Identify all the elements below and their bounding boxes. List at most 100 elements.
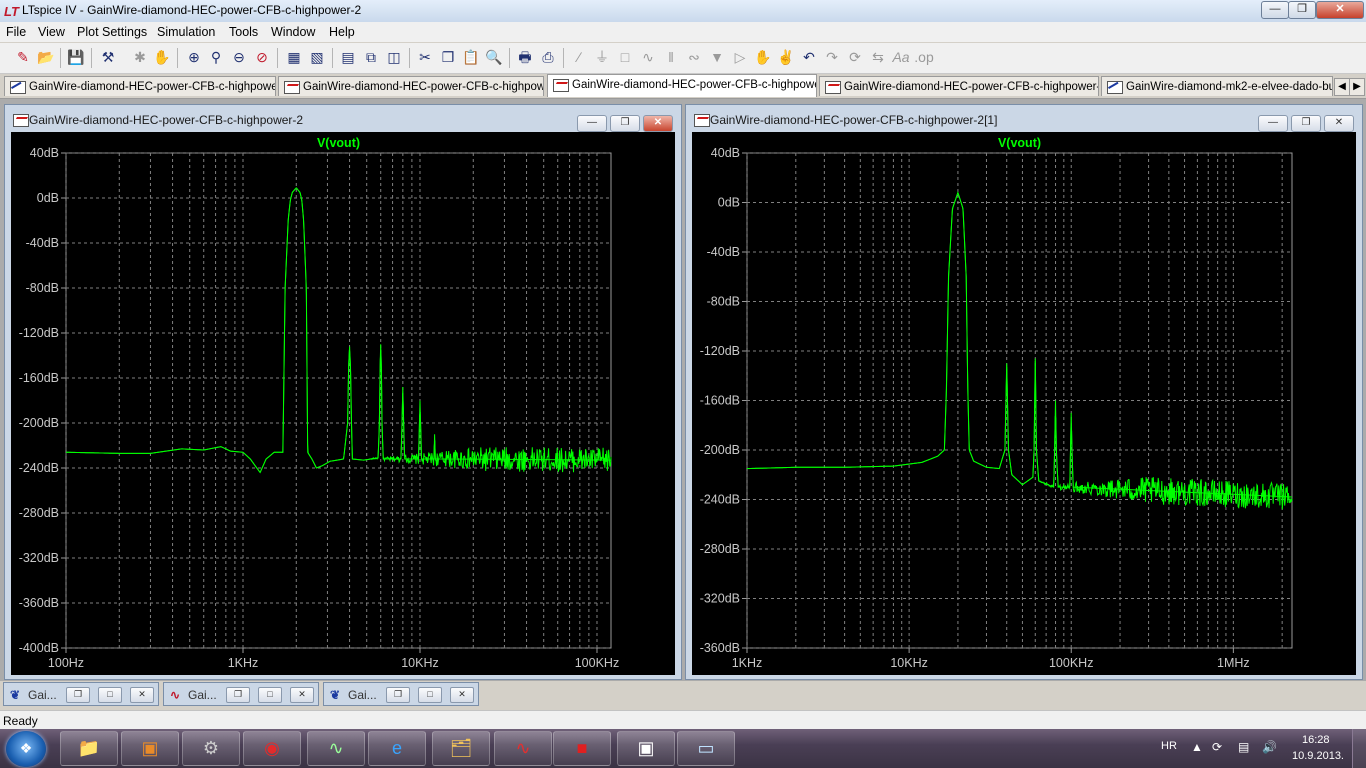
- tab-plot-2-active[interactable]: GainWire-diamond-HEC-power-CFB-c-highpow…: [547, 74, 817, 97]
- zoom-out-icon[interactable]: ⊖: [229, 47, 249, 67]
- show-desktop-button[interactable]: [1352, 729, 1366, 768]
- tile-vertical-icon[interactable]: ◫: [384, 47, 404, 67]
- text-icon[interactable]: Aa: [891, 47, 911, 67]
- minimized-window-1[interactable]: ❦ Gai... ❐ □ ✕: [3, 682, 159, 706]
- zoom-in-icon[interactable]: ⊕: [184, 47, 204, 67]
- close-button[interactable]: ✕: [1316, 1, 1364, 19]
- tray-sync-icon[interactable]: ⟳: [1212, 740, 1222, 754]
- inductor-icon[interactable]: ∾: [684, 47, 704, 67]
- diode-icon[interactable]: ▼: [707, 47, 727, 67]
- rotate-icon[interactable]: ⟳: [845, 47, 865, 67]
- oscilloscope-icon[interactable]: ∿: [307, 731, 365, 766]
- move-icon[interactable]: ✋: [753, 47, 773, 67]
- zoom-area-icon[interactable]: ⚲: [206, 47, 226, 67]
- tab-schematic-2[interactable]: GainWire-diamond-mk2-e-elvee-dado-buffe: [1101, 76, 1333, 96]
- tab-schematic-1[interactable]: GainWire-diamond-HEC-power-CFB-c-highpow…: [4, 76, 276, 96]
- maximize-button[interactable]: □: [98, 687, 122, 703]
- ccleaner-icon[interactable]: ◉: [243, 731, 301, 766]
- child-restore-button[interactable]: ❐: [610, 115, 640, 132]
- mirror-icon[interactable]: ⇆: [868, 47, 888, 67]
- close-button[interactable]: ✕: [290, 687, 314, 703]
- tab-plot-1[interactable]: GainWire-diamond-HEC-power-CFB-c-highpow…: [278, 76, 544, 96]
- child-close-button[interactable]: ✕: [1324, 115, 1354, 132]
- find-icon[interactable]: 🔍: [484, 47, 504, 67]
- network-icon[interactable]: ▤: [1238, 740, 1249, 754]
- plot-pane-2[interactable]: 40dB 0dB -40dB -80dB -120dB -160dB -200dB -240d…: [692, 132, 1356, 675]
- tile-horizontal-icon[interactable]: ▤: [338, 47, 358, 67]
- plot-window-2[interactable]: GainWire-diamond-HEC-power-CFB-c-highpow…: [685, 104, 1363, 680]
- maximize-button[interactable]: □: [418, 687, 442, 703]
- clock-date[interactable]: 10.9.2013.: [1292, 750, 1344, 762]
- close-button[interactable]: ✕: [450, 687, 474, 703]
- x-tick-label: 1MHz: [1217, 656, 1250, 670]
- title-bar[interactable]: LT LTspice IV - GainWire-diamond-HEC-pow…: [0, 0, 1366, 23]
- minimized-window-2[interactable]: ∿ Gai... ❐ □ ✕: [163, 682, 319, 706]
- print-preview-icon[interactable]: 🖶: [515, 47, 535, 67]
- tray-expand-icon[interactable]: ▲: [1191, 740, 1203, 754]
- restore-button[interactable]: ❐: [66, 687, 90, 703]
- maximize-button[interactable]: □: [258, 687, 282, 703]
- menu-file[interactable]: File: [6, 25, 26, 39]
- child-close-button[interactable]: ✕: [643, 115, 673, 132]
- pan-icon[interactable]: ✋: [152, 47, 172, 67]
- wire-icon[interactable]: ∕: [569, 47, 589, 67]
- tab-plot-3[interactable]: GainWire-diamond-HEC-power-CFB-c-highpow…: [819, 76, 1099, 96]
- child-minimize-button[interactable]: —: [577, 115, 607, 132]
- menu-simulation[interactable]: Simulation: [157, 25, 215, 39]
- ground-icon[interactable]: ⏚: [592, 47, 612, 67]
- minimized-window-3[interactable]: ❦ Gai... ❐ □ ✕: [323, 682, 479, 706]
- child-minimize-button[interactable]: —: [1258, 115, 1288, 132]
- maximize-button[interactable]: ❐: [1288, 1, 1316, 19]
- close-button[interactable]: ✕: [130, 687, 154, 703]
- restore-button[interactable]: ❐: [386, 687, 410, 703]
- spice-directive-icon[interactable]: .op: [914, 47, 934, 67]
- clock-time[interactable]: 16:28: [1302, 734, 1330, 746]
- capacitor-icon[interactable]: ‖: [661, 47, 681, 67]
- media-icon[interactable]: ▣: [121, 731, 179, 766]
- restore-button[interactable]: ❐: [226, 687, 250, 703]
- plot-window-1[interactable]: GainWire-diamond-HEC-power-CFB-c-highpow…: [4, 104, 682, 680]
- presentation-icon[interactable]: ▣: [617, 731, 675, 766]
- app-icon[interactable]: ▭: [677, 731, 735, 766]
- autorange-icon[interactable]: ▦: [284, 47, 304, 67]
- save-icon[interactable]: 💾: [66, 47, 86, 67]
- explorer-icon[interactable]: 📁: [60, 731, 118, 766]
- open-schematic-icon[interactable]: ✎: [13, 47, 33, 67]
- y-tick-label: -360dB: [700, 641, 740, 655]
- internet-explorer-icon[interactable]: e: [368, 731, 426, 766]
- menu-tools[interactable]: Tools: [229, 25, 258, 39]
- resistor-icon[interactable]: ∿: [638, 47, 658, 67]
- cascade-icon[interactable]: ⧉: [361, 47, 381, 67]
- cut-icon[interactable]: ✂: [415, 47, 435, 67]
- label-icon[interactable]: □: [615, 47, 635, 67]
- child-restore-button[interactable]: ❐: [1291, 115, 1321, 132]
- volume-icon[interactable]: 🔊: [1262, 740, 1277, 754]
- schematic-icon: ❦: [10, 688, 21, 702]
- menu-help[interactable]: Help: [329, 25, 355, 39]
- paste-icon[interactable]: 📋: [461, 47, 481, 67]
- folder-icon[interactable]: 🗂: [432, 731, 490, 766]
- menu-plot-settings[interactable]: Plot Settings: [77, 25, 147, 39]
- minimize-button[interactable]: —: [1261, 1, 1289, 19]
- copy-icon[interactable]: ❐: [438, 47, 458, 67]
- tab-scroll-right-icon[interactable]: ▶: [1349, 78, 1365, 96]
- ltspice-icon[interactable]: ∿: [494, 731, 552, 766]
- pump-icon[interactable]: ⚙: [182, 731, 240, 766]
- language-indicator[interactable]: HR: [1161, 740, 1177, 752]
- component-icon[interactable]: ▷: [730, 47, 750, 67]
- start-button[interactable]: ❖: [6, 731, 46, 767]
- drag-icon[interactable]: ✌: [776, 47, 796, 67]
- control-panel-icon[interactable]: ⚒: [98, 47, 118, 67]
- open-file-icon[interactable]: 📂: [36, 47, 56, 67]
- run-icon[interactable]: ✱: [130, 47, 150, 67]
- undo-icon[interactable]: ↶: [799, 47, 819, 67]
- menu-window[interactable]: Window: [271, 25, 315, 39]
- fft-icon[interactable]: ▧: [307, 47, 327, 67]
- plot-pane-1[interactable]: 40dB 0dB -40dB -80dB -120dB -160dB -200dB -240d…: [11, 132, 675, 675]
- print-icon[interactable]: ⎙: [538, 47, 558, 67]
- zoom-cancel-icon[interactable]: ⊘: [252, 47, 272, 67]
- redo-icon[interactable]: ↷: [822, 47, 842, 67]
- menu-view[interactable]: View: [38, 25, 65, 39]
- pdf-icon[interactable]: ■: [553, 731, 611, 766]
- tab-scroll-left-icon[interactable]: ◀: [1334, 78, 1350, 96]
